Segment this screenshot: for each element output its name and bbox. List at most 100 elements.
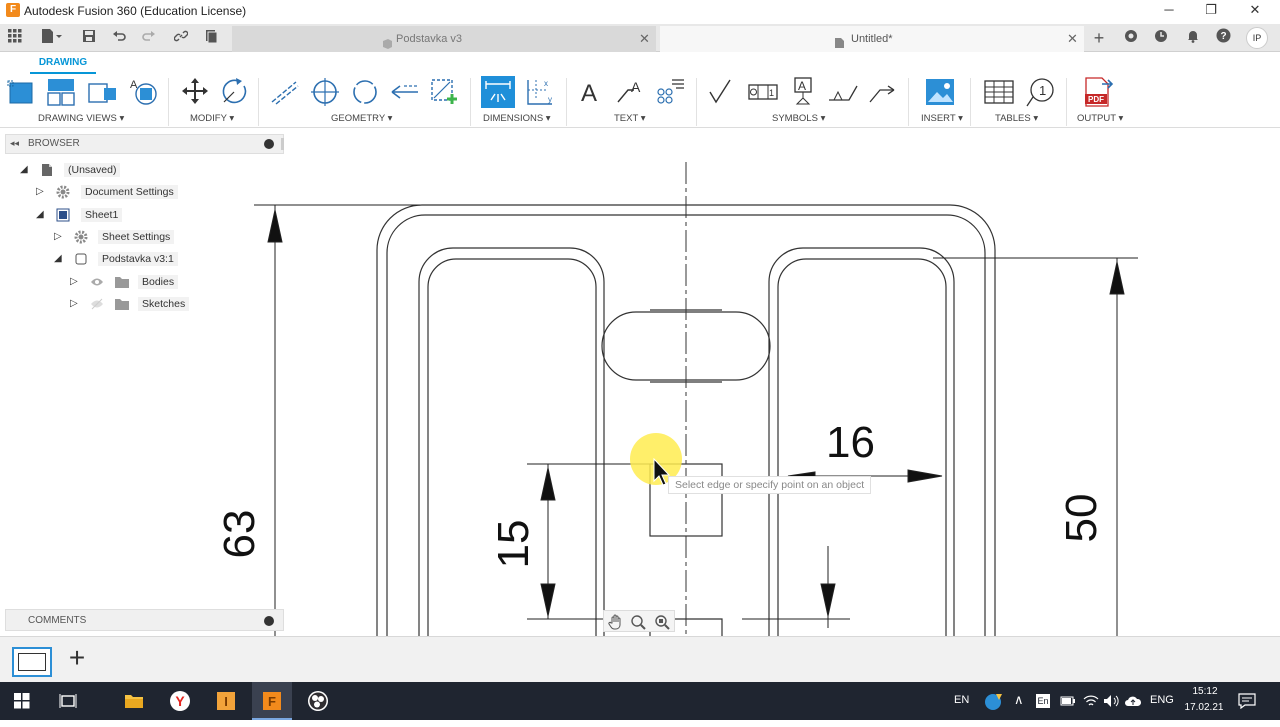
dimension-16-text[interactable]: 16 bbox=[826, 418, 875, 468]
language-indicator-short[interactable]: EN bbox=[954, 694, 969, 706]
insert-image-icon[interactable] bbox=[923, 76, 957, 108]
dimension-15-text[interactable]: 15 bbox=[484, 514, 544, 574]
job-status-icon[interactable] bbox=[200, 28, 222, 48]
base-view-icon[interactable] bbox=[6, 76, 40, 108]
link-icon[interactable] bbox=[170, 28, 192, 48]
fit-window-icon[interactable] bbox=[654, 614, 670, 633]
eye-hidden-icon[interactable] bbox=[90, 297, 104, 311]
add-geometry-icon[interactable] bbox=[428, 76, 462, 108]
expanded-triangle-icon[interactable]: ◢ bbox=[36, 209, 46, 221]
rotate-icon[interactable] bbox=[218, 76, 252, 108]
tree-item-sketches[interactable]: ▷ Sketches bbox=[68, 294, 268, 314]
tab-untitled[interactable]: Untitled* ✕ bbox=[660, 26, 1084, 52]
file-menu-icon[interactable] bbox=[36, 28, 66, 48]
close-window-button[interactable]: ✕ bbox=[1232, 0, 1278, 22]
new-tab-button[interactable]: + bbox=[1088, 28, 1110, 48]
dimension-icon[interactable] bbox=[481, 76, 515, 108]
language-indicator[interactable]: ENG bbox=[1150, 694, 1174, 706]
center-mark-icon[interactable] bbox=[308, 76, 342, 108]
comments-panel-header[interactable]: COMMENTS bbox=[5, 609, 284, 631]
windows-start-icon[interactable] bbox=[2, 682, 42, 720]
panel-resize-handle[interactable] bbox=[281, 138, 284, 150]
eye-visibility-icon[interactable] bbox=[90, 275, 104, 289]
text-icon[interactable]: A bbox=[575, 76, 609, 108]
notifications-bell-icon[interactable] bbox=[1182, 28, 1204, 48]
detail-view-icon[interactable]: A bbox=[126, 76, 160, 108]
group-geometry[interactable]: GEOMETRY ▾ bbox=[331, 113, 392, 124]
group-tables[interactable]: TABLES ▾ bbox=[995, 113, 1038, 124]
sheet-thumbnail[interactable] bbox=[12, 647, 52, 677]
move-icon[interactable] bbox=[178, 76, 212, 108]
workspace-tab-drawing[interactable]: DRAWING bbox=[30, 56, 96, 74]
dimension-50-text[interactable]: 50 bbox=[1052, 488, 1112, 548]
save-icon[interactable] bbox=[78, 28, 100, 48]
tree-item-unsaved[interactable]: ◢ (Unsaved) bbox=[18, 160, 218, 180]
restore-button[interactable]: ❐ bbox=[1188, 0, 1234, 22]
leader-arrow-symbol-icon[interactable] bbox=[866, 76, 900, 108]
inventor-icon[interactable]: I bbox=[206, 682, 246, 720]
balloon-icon[interactable]: 1 bbox=[1024, 76, 1058, 108]
clock-time[interactable]: 15:12 bbox=[1186, 686, 1224, 697]
job-status-clock-icon[interactable] bbox=[1150, 28, 1172, 48]
weld-symbol-icon[interactable] bbox=[826, 76, 860, 108]
edge-extension-icon[interactable] bbox=[388, 76, 422, 108]
surface-texture-icon[interactable] bbox=[706, 76, 740, 108]
tree-item-sheet-settings[interactable]: ▷ Sheet Settings bbox=[52, 227, 252, 247]
onedrive-cloud-icon[interactable] bbox=[1124, 694, 1142, 711]
feature-control-frame-icon[interactable]: 1 bbox=[746, 76, 780, 108]
center-mark-pattern-icon[interactable] bbox=[348, 76, 382, 108]
expanded-triangle-icon[interactable]: ◢ bbox=[20, 164, 30, 176]
volume-icon[interactable] bbox=[1103, 693, 1121, 712]
tree-item-document-settings[interactable]: ▷ Document Settings bbox=[34, 182, 234, 202]
collapse-panel-icon[interactable]: ◂◂ bbox=[10, 138, 19, 149]
redo-icon[interactable] bbox=[138, 28, 160, 48]
collapsed-triangle-icon[interactable]: ▷ bbox=[36, 186, 46, 198]
panel-pin-icon[interactable] bbox=[264, 139, 274, 149]
group-symbols[interactable]: SYMBOLS ▾ bbox=[772, 113, 825, 124]
collapsed-triangle-icon[interactable]: ▷ bbox=[54, 231, 64, 243]
battery-icon[interactable] bbox=[1060, 694, 1076, 711]
obs-studio-icon[interactable] bbox=[298, 682, 338, 720]
update-notification-icon[interactable] bbox=[984, 692, 1004, 712]
action-center-icon[interactable] bbox=[1238, 693, 1256, 712]
add-sheet-button[interactable]: + bbox=[64, 643, 90, 673]
leader-icon[interactable]: A bbox=[614, 76, 648, 108]
tab-podstavka[interactable]: Podstavka v3 ✕ bbox=[232, 26, 656, 52]
collapsed-triangle-icon[interactable]: ▷ bbox=[70, 276, 80, 288]
group-drawing-views[interactable]: DRAWING VIEWS ▾ bbox=[38, 113, 124, 124]
extensions-icon[interactable] bbox=[1120, 28, 1142, 48]
projected-view-icon[interactable] bbox=[44, 76, 78, 108]
browser-panel-header[interactable]: ◂◂ BROWSER bbox=[5, 134, 284, 154]
expanded-triangle-icon[interactable]: ◢ bbox=[54, 253, 64, 265]
tree-item-podstavka-view[interactable]: ◢ Podstavka v3:1 bbox=[52, 249, 252, 269]
panel-pin-icon[interactable] bbox=[264, 616, 274, 626]
pdf-export-icon[interactable]: PDF bbox=[1082, 76, 1116, 108]
group-output[interactable]: OUTPUT ▾ bbox=[1077, 113, 1123, 124]
table-icon[interactable] bbox=[982, 76, 1016, 108]
tree-item-bodies[interactable]: ▷ Bodies bbox=[68, 272, 268, 292]
group-text[interactable]: TEXT ▾ bbox=[614, 113, 646, 124]
group-dimensions[interactable]: DIMENSIONS ▾ bbox=[483, 113, 551, 124]
zoom-icon[interactable] bbox=[630, 614, 646, 633]
file-explorer-icon[interactable] bbox=[114, 682, 154, 720]
show-hidden-icons-chevron[interactable]: ∧ bbox=[1014, 692, 1024, 708]
help-icon[interactable]: ? bbox=[1212, 28, 1234, 48]
centerline-icon[interactable] bbox=[268, 76, 302, 108]
group-insert[interactable]: INSERT ▾ bbox=[921, 113, 963, 124]
pan-hand-icon[interactable] bbox=[608, 614, 624, 633]
user-avatar[interactable]: IP bbox=[1246, 27, 1268, 49]
tree-item-sheet1[interactable]: ◢ Sheet1 bbox=[34, 205, 234, 225]
group-modify[interactable]: MODIFY ▾ bbox=[190, 113, 234, 124]
undo-icon[interactable] bbox=[108, 28, 130, 48]
datum-identifier-icon[interactable]: A bbox=[786, 76, 820, 108]
collapsed-triangle-icon[interactable]: ▷ bbox=[70, 298, 80, 310]
tab-podstavka-close[interactable]: ✕ bbox=[639, 26, 650, 52]
data-panel-grid-icon[interactable] bbox=[4, 28, 26, 48]
task-view-icon[interactable] bbox=[48, 682, 88, 720]
yandex-browser-icon[interactable]: Y bbox=[160, 682, 200, 720]
balloon-note-icon[interactable] bbox=[652, 76, 686, 108]
clock-date[interactable]: 17.02.21 bbox=[1182, 702, 1226, 713]
section-view-icon[interactable] bbox=[86, 76, 120, 108]
dimension-63-text[interactable]: 63 bbox=[210, 504, 270, 564]
wifi-icon[interactable] bbox=[1083, 693, 1099, 712]
